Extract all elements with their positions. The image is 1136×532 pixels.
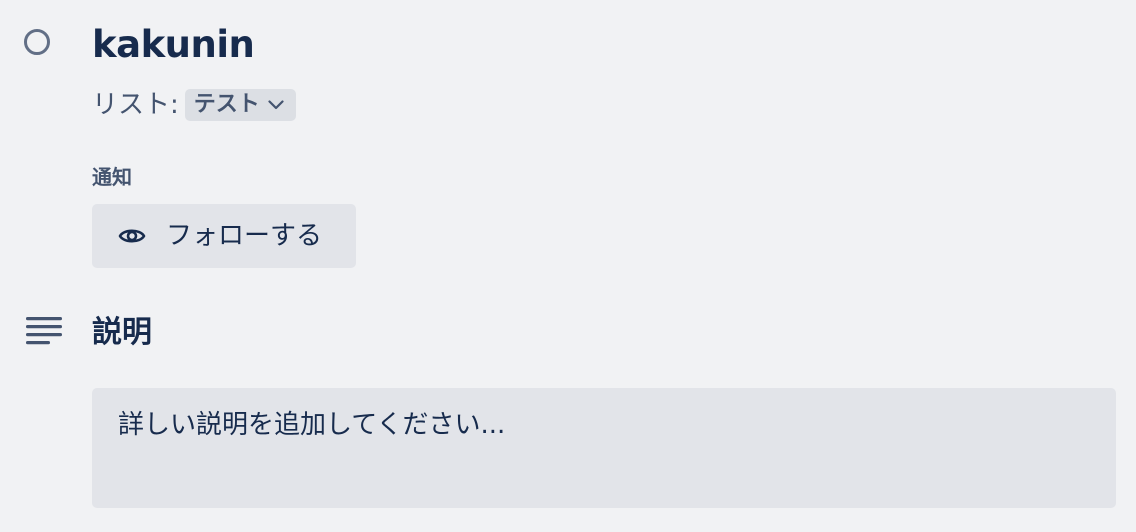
text-lines-icon [26, 316, 62, 348]
list-select-value: テスト [193, 92, 260, 117]
complete-toggle-icon[interactable] [24, 29, 50, 55]
list-select-button[interactable]: テスト [184, 89, 296, 121]
description-input[interactable]: 詳しい説明を追加してください... [92, 388, 1116, 508]
chevron-down-icon [268, 100, 284, 110]
list-row: リスト: テスト [92, 88, 296, 122]
eye-icon [118, 226, 146, 246]
description-placeholder: 詳しい説明を追加してください... [118, 410, 506, 440]
card-title[interactable]: kakunin [92, 20, 255, 70]
list-label: リスト: [92, 90, 179, 120]
follow-button[interactable]: フォローする [92, 204, 356, 268]
follow-button-label: フォローする [166, 221, 323, 251]
description-heading: 説明 [92, 315, 152, 350]
notifications-label: 通知 [92, 165, 132, 189]
